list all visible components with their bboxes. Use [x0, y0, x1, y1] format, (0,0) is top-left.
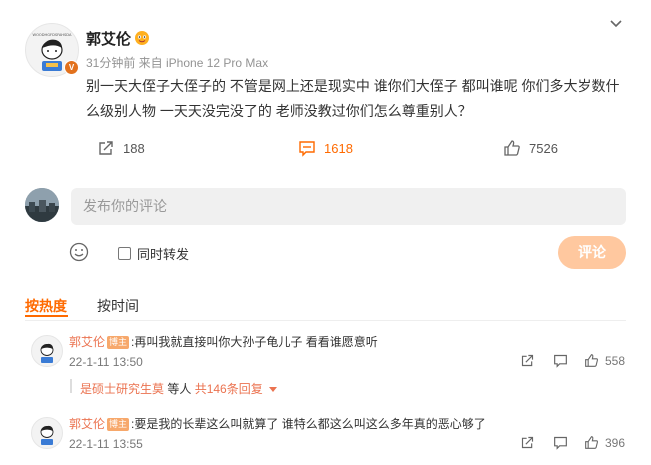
comment-avatar[interactable] — [31, 417, 63, 449]
repost-button[interactable]: 188 — [97, 139, 145, 157]
emoji-icon[interactable] — [69, 242, 89, 267]
repost-count: 188 — [123, 140, 145, 156]
comment-like-button[interactable]: 558 — [584, 353, 625, 368]
comment-time: 22-1-11 13:50 — [69, 355, 143, 369]
post-body: 别一天大侄子大侄子的 不管是网上还是现实中 谁你们大侄子 都叫谁呢 你们多大岁数… — [86, 74, 631, 124]
repost-checkbox[interactable] — [118, 247, 131, 260]
comment-button[interactable]: 1618 — [298, 139, 353, 157]
repost-icon — [99, 141, 113, 155]
comment-like-count: 558 — [605, 353, 626, 368]
thumbs-up-icon — [585, 436, 598, 449]
comment-time: 22-1-11 13:55 — [69, 437, 143, 451]
comment-avatar[interactable] — [31, 335, 63, 367]
post-author-name[interactable]: 郭艾伦 — [86, 28, 131, 49]
post-menu-chevron-icon[interactable] — [608, 15, 624, 36]
like-count: 7526 — [529, 140, 558, 156]
comment-icon — [299, 141, 315, 157]
comment-like-count: 396 — [605, 435, 626, 450]
caret-down-icon — [269, 387, 278, 392]
replies-summary[interactable]: 是硕士研究生莫 等人 共146条回复 — [80, 380, 278, 397]
tab-sort-time[interactable]: 按时间 — [97, 296, 139, 316]
reply-count[interactable]: 共146条回复 — [195, 382, 263, 396]
comment-repost-icon[interactable] — [520, 435, 535, 455]
post-body-line: 别一天大侄子大侄子的 不管是网上还是现实中 谁你们大侄子 都叫谁呢 你们多大岁数… — [86, 78, 620, 94]
author-tag-badge: 博主 — [107, 418, 130, 431]
comment-reply-icon[interactable] — [553, 435, 568, 455]
comment-like-button[interactable]: 396 — [584, 435, 625, 450]
comment-repost-icon[interactable] — [520, 353, 535, 373]
thumbs-up-icon — [504, 140, 520, 156]
comment-row: 郭艾伦 博主:要是我的长辈这么叫就算了 谁特么都这么叫这么多年真的恶心够了 — [69, 415, 486, 433]
author-tag-badge: 博主 — [107, 336, 130, 349]
active-tab-underline — [25, 315, 68, 317]
comment-count: 1618 — [324, 140, 353, 156]
reply-indicator — [70, 379, 72, 393]
comment-text: :要是我的长辈这么叫就算了 谁特么都这么叫这么多年真的恶心够了 — [131, 417, 486, 431]
repost-toggle[interactable]: 同时转发 — [118, 244, 189, 263]
tab-sort-hot[interactable]: 按热度 — [25, 296, 67, 316]
comment-text: :再叫我就直接叫你大孙子龟儿子 看看谁愿意听 — [131, 335, 378, 349]
vip-emoji-icon — [134, 30, 150, 51]
thumbs-up-icon — [585, 354, 598, 367]
avatar-caption: WOODHGFDSFAHSDA — [33, 33, 72, 37]
reply-mid-text: 等人 — [164, 382, 195, 396]
reply-user[interactable]: 是硕士研究生莫 — [80, 382, 164, 396]
current-user-avatar — [25, 188, 59, 222]
comment-row: 郭艾伦 博主:再叫我就直接叫你大孙子龟儿子 看看谁愿意听 — [69, 333, 378, 351]
divider — [25, 320, 626, 321]
comment-reply-icon[interactable] — [553, 353, 568, 373]
comment-author[interactable]: 郭艾伦 — [69, 335, 105, 349]
repost-toggle-label: 同时转发 — [137, 247, 190, 262]
comment-input[interactable]: 发布你的评论 — [71, 188, 626, 225]
like-button[interactable]: 7526 — [503, 139, 558, 157]
post-body-line: 么级别人物 一天天没完没了的 老师没教过你们怎么尊重别人？ — [86, 103, 472, 119]
post-meta: 31分钟前 来自 iPhone 12 Pro Max — [86, 56, 269, 70]
comment-author[interactable]: 郭艾伦 — [69, 417, 105, 431]
verified-badge-icon: V — [64, 60, 79, 75]
submit-comment-button[interactable]: 评论 — [558, 236, 626, 269]
